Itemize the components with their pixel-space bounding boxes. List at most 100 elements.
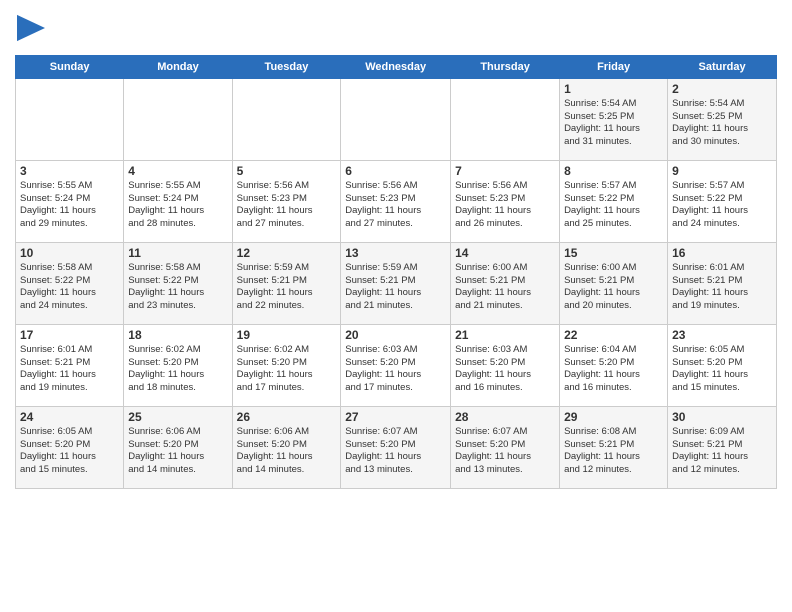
calendar-cell: 16 Sunrise: 6:01 AM Sunset: 5:21 PM Dayli… [668,242,777,324]
day-number: 14 [455,246,555,260]
calendar-cell [232,78,341,160]
weekday-header: Wednesday [341,55,451,78]
day-info: Sunrise: 6:03 AM Sunset: 5:20 PM Dayligh… [455,344,555,395]
day-info: Sunrise: 5:54 AM Sunset: 5:25 PM Dayligh… [564,98,663,149]
calendar-week-row: 3 Sunrise: 5:55 AM Sunset: 5:24 PM Daylig… [16,160,777,242]
calendar-week-row: 17Sunrise: 6:01 AM Sunset: 5:21 PM Dayli… [16,324,777,406]
calendar-table: SundayMondayTuesdayWednesdayThursdayFrid… [15,55,777,489]
day-number: 12 [237,246,337,260]
calendar-cell: 13 Sunrise: 5:59 AM Sunset: 5:21 PM Dayli… [341,242,451,324]
day-info: Sunrise: 5:57 AM Sunset: 5:22 PM Dayligh… [564,180,663,231]
day-info: Sunrise: 6:02 AM Sunset: 5:20 PM Dayligh… [237,344,337,395]
day-number: 5 [237,164,337,178]
calendar-cell: 24 Sunrise: 6:05 AM Sunset: 5:20 PM Dayli… [16,406,124,488]
calendar-cell: 9Sunrise: 5:57 AM Sunset: 5:22 PM Daylig… [668,160,777,242]
day-number: 6 [345,164,446,178]
day-number: 4 [128,164,227,178]
day-number: 13 [345,246,446,260]
weekday-header: Friday [560,55,668,78]
day-number: 26 [237,410,337,424]
logo-icon [17,14,45,42]
calendar-week-row: 1 Sunrise: 5:54 AM Sunset: 5:25 PM Daylig… [16,78,777,160]
weekday-header: Tuesday [232,55,341,78]
calendar-cell: 2 Sunrise: 5:54 AM Sunset: 5:25 PM Daylig… [668,78,777,160]
day-info: Sunrise: 6:00 AM Sunset: 5:21 PM Dayligh… [455,262,555,313]
calendar-week-row: 24 Sunrise: 6:05 AM Sunset: 5:20 PM Dayli… [16,406,777,488]
day-number: 16 [672,246,772,260]
day-number: 29 [564,410,663,424]
day-number: 20 [345,328,446,342]
day-info: Sunrise: 6:03 AM Sunset: 5:20 PM Dayligh… [345,344,446,395]
calendar-cell: 23 Sunrise: 6:05 AM Sunset: 5:20 PM Dayli… [668,324,777,406]
day-info: Sunrise: 6:07 AM Sunset: 5:20 PM Dayligh… [455,426,555,477]
day-info: Sunrise: 5:56 AM Sunset: 5:23 PM Dayligh… [455,180,555,231]
calendar-cell [341,78,451,160]
day-number: 3 [20,164,119,178]
calendar-header-row: SundayMondayTuesdayWednesdayThursdayFrid… [16,55,777,78]
day-number: 28 [455,410,555,424]
day-info: Sunrise: 6:00 AM Sunset: 5:21 PM Dayligh… [564,262,663,313]
calendar-cell: 26 Sunrise: 6:06 AM Sunset: 5:20 PM Dayli… [232,406,341,488]
day-number: 2 [672,82,772,96]
day-info: Sunrise: 6:07 AM Sunset: 5:20 PM Dayligh… [345,426,446,477]
calendar-week-row: 10 Sunrise: 5:58 AM Sunset: 5:22 PM Dayli… [16,242,777,324]
day-info: Sunrise: 6:04 AM Sunset: 5:20 PM Dayligh… [564,344,663,395]
calendar-cell: 25Sunrise: 6:06 AM Sunset: 5:20 PM Dayli… [124,406,232,488]
day-info: Sunrise: 5:58 AM Sunset: 5:22 PM Dayligh… [128,262,227,313]
day-info: Sunrise: 6:05 AM Sunset: 5:20 PM Dayligh… [20,426,119,477]
day-number: 24 [20,410,119,424]
calendar-cell: 3 Sunrise: 5:55 AM Sunset: 5:24 PM Daylig… [16,160,124,242]
day-number: 15 [564,246,663,260]
day-number: 11 [128,246,227,260]
calendar-cell: 12Sunrise: 5:59 AM Sunset: 5:21 PM Dayli… [232,242,341,324]
day-number: 18 [128,328,227,342]
day-info: Sunrise: 5:55 AM Sunset: 5:24 PM Dayligh… [128,180,227,231]
weekday-header: Saturday [668,55,777,78]
weekday-header: Thursday [451,55,560,78]
day-number: 1 [564,82,663,96]
day-info: Sunrise: 5:54 AM Sunset: 5:25 PM Dayligh… [672,98,772,149]
calendar-cell: 1 Sunrise: 5:54 AM Sunset: 5:25 PM Daylig… [560,78,668,160]
day-number: 21 [455,328,555,342]
day-info: Sunrise: 6:05 AM Sunset: 5:20 PM Dayligh… [672,344,772,395]
calendar-cell: 10 Sunrise: 5:58 AM Sunset: 5:22 PM Dayli… [16,242,124,324]
calendar-cell: 5Sunrise: 5:56 AM Sunset: 5:23 PM Daylig… [232,160,341,242]
day-info: Sunrise: 6:08 AM Sunset: 5:21 PM Dayligh… [564,426,663,477]
day-info: Sunrise: 5:59 AM Sunset: 5:21 PM Dayligh… [345,262,446,313]
day-number: 10 [20,246,119,260]
day-number: 17 [20,328,119,342]
day-info: Sunrise: 6:06 AM Sunset: 5:20 PM Dayligh… [237,426,337,477]
day-number: 9 [672,164,772,178]
calendar-cell [16,78,124,160]
calendar-cell [124,78,232,160]
calendar-cell: 29 Sunrise: 6:08 AM Sunset: 5:21 PM Dayli… [560,406,668,488]
day-info: Sunrise: 5:56 AM Sunset: 5:23 PM Dayligh… [345,180,446,231]
day-number: 25 [128,410,227,424]
day-info: Sunrise: 6:01 AM Sunset: 5:21 PM Dayligh… [672,262,772,313]
weekday-header: Sunday [16,55,124,78]
calendar-cell: 8 Sunrise: 5:57 AM Sunset: 5:22 PM Daylig… [560,160,668,242]
calendar-cell: 30 Sunrise: 6:09 AM Sunset: 5:21 PM Dayli… [668,406,777,488]
day-number: 23 [672,328,772,342]
weekday-header: Monday [124,55,232,78]
day-number: 19 [237,328,337,342]
calendar-cell: 28 Sunrise: 6:07 AM Sunset: 5:20 PM Dayli… [451,406,560,488]
calendar-cell: 17Sunrise: 6:01 AM Sunset: 5:21 PM Dayli… [16,324,124,406]
day-info: Sunrise: 5:55 AM Sunset: 5:24 PM Dayligh… [20,180,119,231]
day-number: 8 [564,164,663,178]
calendar-cell: 21 Sunrise: 6:03 AM Sunset: 5:20 PM Dayli… [451,324,560,406]
calendar-cell: 20 Sunrise: 6:03 AM Sunset: 5:20 PM Dayli… [341,324,451,406]
calendar-cell: 6 Sunrise: 5:56 AM Sunset: 5:23 PM Daylig… [341,160,451,242]
logo [15,14,45,47]
day-info: Sunrise: 6:02 AM Sunset: 5:20 PM Dayligh… [128,344,227,395]
day-number: 22 [564,328,663,342]
calendar-cell: 19 Sunrise: 6:02 AM Sunset: 5:20 PM Dayli… [232,324,341,406]
day-number: 7 [455,164,555,178]
day-info: Sunrise: 5:58 AM Sunset: 5:22 PM Dayligh… [20,262,119,313]
day-number: 30 [672,410,772,424]
calendar-cell: 22 Sunrise: 6:04 AM Sunset: 5:20 PM Dayli… [560,324,668,406]
day-info: Sunrise: 6:09 AM Sunset: 5:21 PM Dayligh… [672,426,772,477]
calendar-cell: 11 Sunrise: 5:58 AM Sunset: 5:22 PM Dayli… [124,242,232,324]
page: SundayMondayTuesdayWednesdayThursdayFrid… [0,0,792,612]
calendar-cell: 14 Sunrise: 6:00 AM Sunset: 5:21 PM Dayli… [451,242,560,324]
